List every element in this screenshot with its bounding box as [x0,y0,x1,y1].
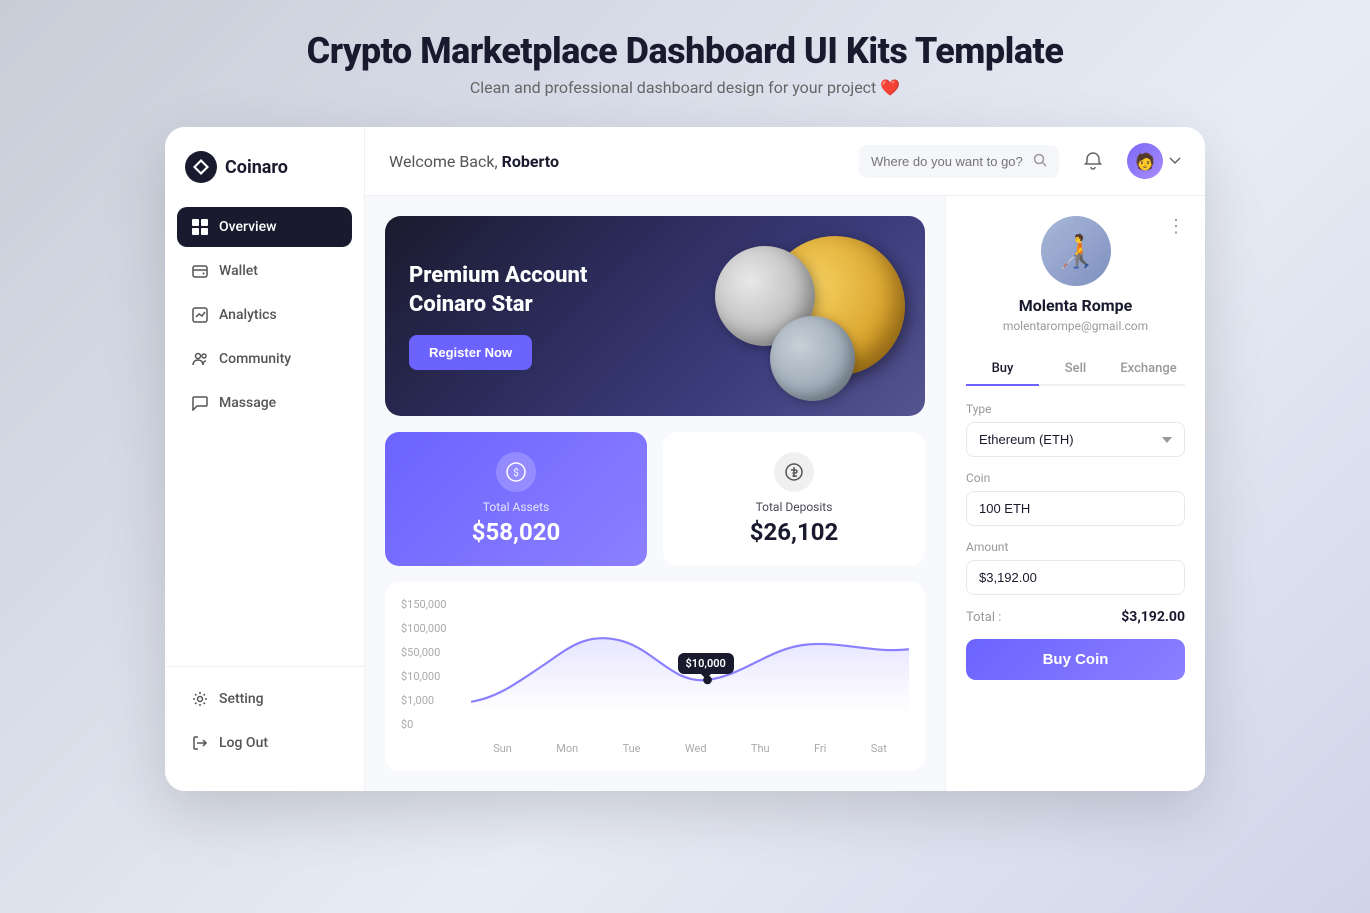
header-right: 🧑 [859,143,1181,179]
banner-title: Premium Account Coinaro Star [409,262,901,319]
sidebar-item-label: Overview [219,219,276,235]
assets-value: $58,020 [472,518,561,546]
assets-icon: $ [496,452,536,492]
setting-icon [191,690,209,708]
chart-container: $150,000 $100,000 $50,000 $10,000 $1,000… [385,582,925,771]
sidebar-logo: Coinaro [165,151,364,207]
tab-buy[interactable]: Buy [966,353,1039,386]
sidebar-item-community[interactable]: Community [177,339,352,379]
deposits-value: $26,102 [750,518,839,546]
buy-coin-button[interactable]: Buy Coin [966,639,1185,680]
tab-exchange[interactable]: Exchange [1112,353,1185,384]
profile-email: molentarompe@gmail.com [966,319,1185,333]
search-input[interactable] [871,154,1025,169]
tooltip-value: $10,000 [678,653,734,674]
x-label-sun: Sun [493,742,512,755]
y-label-150k: $150,000 [401,598,446,611]
page-title: Crypto Marketplace Dashboard UI Kits Tem… [307,30,1064,72]
massage-icon [191,394,209,412]
sidebar-item-label: Community [219,351,291,367]
page-subtitle: Clean and professional dashboard design … [307,78,1064,97]
more-options-button[interactable]: ⋮ [1167,216,1185,237]
profile-name: Molenta Rompe [966,296,1185,315]
x-label-wed: Wed [685,742,707,755]
assets-label: Total Assets [483,500,549,514]
sidebar-item-label: Log Out [219,735,268,751]
total-assets-card: $ Total Assets $58,020 [385,432,647,566]
svg-text:$: $ [513,466,519,479]
logo-text: Coinaro [225,157,288,178]
register-button[interactable]: Register Now [409,335,532,370]
total-value: $3,192.00 [1121,609,1185,625]
stats-row: $ Total Assets $58,020 T [385,432,925,566]
sidebar-nav: Overview Wallet [165,207,364,666]
sidebar-item-label: Massage [219,395,276,411]
sidebar-item-massage[interactable]: Massage [177,383,352,423]
amount-input[interactable] [966,560,1185,595]
y-label-1k: $1,000 [401,694,446,707]
type-label: Type [966,402,1185,416]
sidebar-item-label: Setting [219,691,264,707]
dashboard: Coinaro Overview [165,127,1205,791]
sidebar-item-label: Analytics [219,307,277,323]
profile-card: ⋮ 🧑‍🦯 Molenta Rompe molentarompe@gmail.c… [966,216,1185,333]
content-left: Premium Account Coinaro Star Register No… [365,196,945,791]
notification-button[interactable] [1075,143,1111,179]
deposits-icon [774,452,814,492]
coin-input[interactable] [966,491,1185,526]
welcome-text: Welcome Back, Roberto [389,152,559,171]
sidebar-item-setting[interactable]: Setting [177,679,352,719]
chart-x-labels: Sun Mon Tue Wed Thu Fri Sat [471,742,909,755]
y-label-50k: $50,000 [401,646,446,659]
amount-label: Amount [966,540,1185,554]
avatar: 🧑 [1127,143,1163,179]
promo-banner: Premium Account Coinaro Star Register No… [385,216,925,416]
profile-avatar: 🧑‍🦯 [1041,216,1111,286]
total-label: Total : [966,610,1001,625]
y-label-10k: $10,000 [401,670,446,683]
sidebar-item-overview[interactable]: Overview [177,207,352,247]
x-label-mon: Mon [556,742,578,755]
logo-icon [185,151,217,183]
deposits-label: Total Deposits [756,500,833,514]
content-area: Premium Account Coinaro Star Register No… [365,196,1205,791]
sidebar-item-logout[interactable]: Log Out [177,723,352,763]
wallet-icon [191,262,209,280]
type-select[interactable]: Ethereum (ETH) [966,422,1185,457]
x-label-fri: Fri [814,742,826,755]
tab-sell[interactable]: Sell [1039,353,1112,384]
chart-y-labels: $150,000 $100,000 $50,000 $10,000 $1,000… [401,598,446,731]
chart-svg-wrapper: $10,000 [471,598,909,722]
top-header: Welcome Back, Roberto [365,127,1205,196]
x-label-thu: Thu [751,742,770,755]
community-icon [191,350,209,368]
total-row: Total : $3,192.00 [966,609,1185,625]
x-label-tue: Tue [623,742,641,755]
overview-icon [191,218,209,236]
main-content: Welcome Back, Roberto [365,127,1205,791]
sidebar-item-wallet[interactable]: Wallet [177,251,352,291]
logout-icon [191,734,209,752]
amount-field: Amount [966,540,1185,595]
page-header: Crypto Marketplace Dashboard UI Kits Tem… [307,20,1064,107]
sidebar-item-label: Wallet [219,263,258,279]
type-field: Type Ethereum (ETH) [966,402,1185,457]
sidebar: Coinaro Overview [165,127,365,791]
user-avatar-button[interactable]: 🧑 [1127,143,1181,179]
trade-tabs: Buy Sell Exchange [966,353,1185,386]
y-label-100k: $100,000 [401,622,446,635]
analytics-icon [191,306,209,324]
sidebar-item-analytics[interactable]: Analytics [177,295,352,335]
x-label-sat: Sat [871,742,887,755]
chevron-down-icon [1169,157,1181,165]
coin-field: Coin [966,471,1185,526]
total-deposits-card: Total Deposits $26,102 [663,432,925,566]
coin-label: Coin [966,471,1185,485]
search-icon [1033,152,1047,171]
search-box[interactable] [859,145,1059,178]
y-label-0: $0 [401,718,446,731]
sidebar-bottom: Setting Log Out [165,666,364,767]
content-right: ⋮ 🧑‍🦯 Molenta Rompe molentarompe@gmail.c… [945,196,1205,791]
